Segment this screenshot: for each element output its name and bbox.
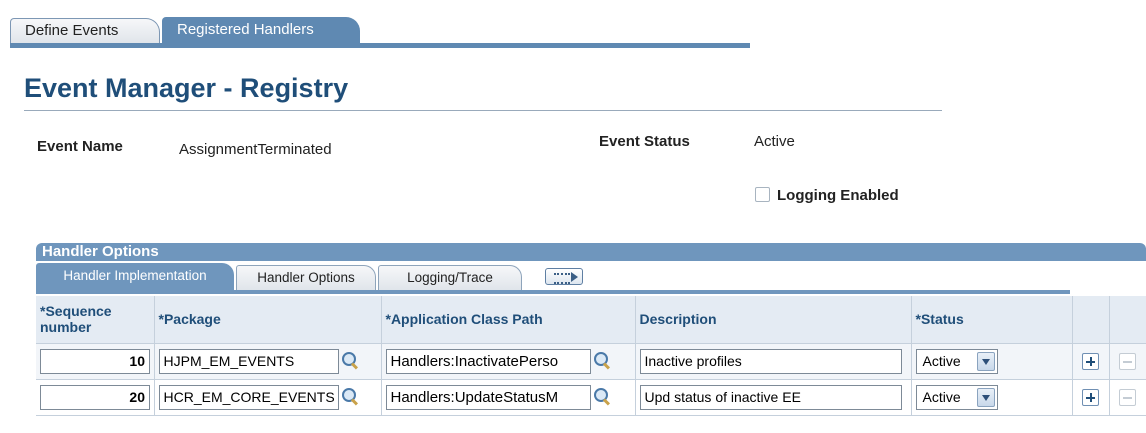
grid-title: Handler Options xyxy=(42,243,159,260)
event-status-value: Active xyxy=(754,133,795,150)
title-divider xyxy=(24,110,942,111)
tab-handler-implementation[interactable]: Handler Implementation xyxy=(36,263,234,291)
add-row-button[interactable] xyxy=(1082,388,1099,406)
col-header-description: Description xyxy=(635,296,912,343)
status-select[interactable]: Active xyxy=(915,348,998,374)
status-select[interactable]: Active xyxy=(915,384,998,410)
logging-enabled-checkbox[interactable] xyxy=(755,187,770,202)
chevron-down-icon[interactable] xyxy=(976,387,995,407)
package-lookup-icon[interactable] xyxy=(340,387,360,407)
col-header-sequence-line1: *Sequence xyxy=(40,303,112,320)
delete-row-button[interactable] xyxy=(1119,388,1136,406)
description-input[interactable]: Upd status of inactive EE xyxy=(639,384,902,410)
class-path-input[interactable]: Handlers:InactivatePerso xyxy=(385,348,591,374)
page-title: Event Manager - Registry xyxy=(24,73,349,103)
handlers-table: *Sequence number *Package *Application C… xyxy=(36,296,1146,416)
table-row: 20 HCR_EM_CORE_EVENTS Handlers:UpdateSta… xyxy=(36,378,1146,416)
sequence-input[interactable]: 20 xyxy=(40,384,150,410)
event-name-value: AssignmentTerminated xyxy=(179,141,332,158)
col-header-add xyxy=(1072,296,1110,343)
class-path-input[interactable]: Handlers:UpdateStatusM xyxy=(385,384,591,410)
table-row: 10 HJPM_EM_EVENTS Handlers:InactivatePer… xyxy=(36,342,1146,379)
logging-enabled-label: Logging Enabled xyxy=(777,187,899,204)
tab-handler-options[interactable]: Handler Options xyxy=(236,265,376,291)
delete-row-button[interactable] xyxy=(1119,352,1136,370)
tab-logging-trace[interactable]: Logging/Trace xyxy=(378,265,522,291)
col-header-package: *Package xyxy=(154,296,382,343)
col-header-sequence-line2: number xyxy=(40,319,92,336)
add-row-button[interactable] xyxy=(1082,352,1099,370)
grid-tabs-underline xyxy=(36,290,1070,294)
tabs-underline xyxy=(10,43,750,48)
page-tabs: Define Events Registered Handlers xyxy=(10,14,750,48)
event-status-label: Event Status xyxy=(599,133,690,150)
package-input[interactable]: HCR_EM_CORE_EVENTS xyxy=(158,384,339,410)
class-path-lookup-icon[interactable] xyxy=(592,387,612,407)
package-input[interactable]: HJPM_EM_EVENTS xyxy=(158,348,339,374)
status-select-value: Active xyxy=(922,388,961,405)
status-select-value: Active xyxy=(922,352,961,369)
col-header-class-path: *Application Class Path xyxy=(381,296,636,343)
col-header-delete xyxy=(1109,296,1146,343)
sequence-input[interactable]: 10 xyxy=(40,348,150,374)
class-path-lookup-icon[interactable] xyxy=(592,351,612,371)
package-lookup-icon[interactable] xyxy=(340,351,360,371)
show-all-columns-icon[interactable] xyxy=(545,268,583,285)
col-header-status: *Status xyxy=(911,296,1073,343)
event-name-label: Event Name xyxy=(37,138,123,155)
table-header-row: *Sequence number *Package *Application C… xyxy=(36,296,1146,343)
chevron-down-icon[interactable] xyxy=(976,351,995,371)
grid-title-bar: Handler Options xyxy=(36,243,1146,261)
tab-define-events[interactable]: Define Events xyxy=(10,18,160,44)
col-header-sequence: *Sequence number xyxy=(36,296,155,343)
description-input[interactable]: Inactive profiles xyxy=(639,348,902,374)
